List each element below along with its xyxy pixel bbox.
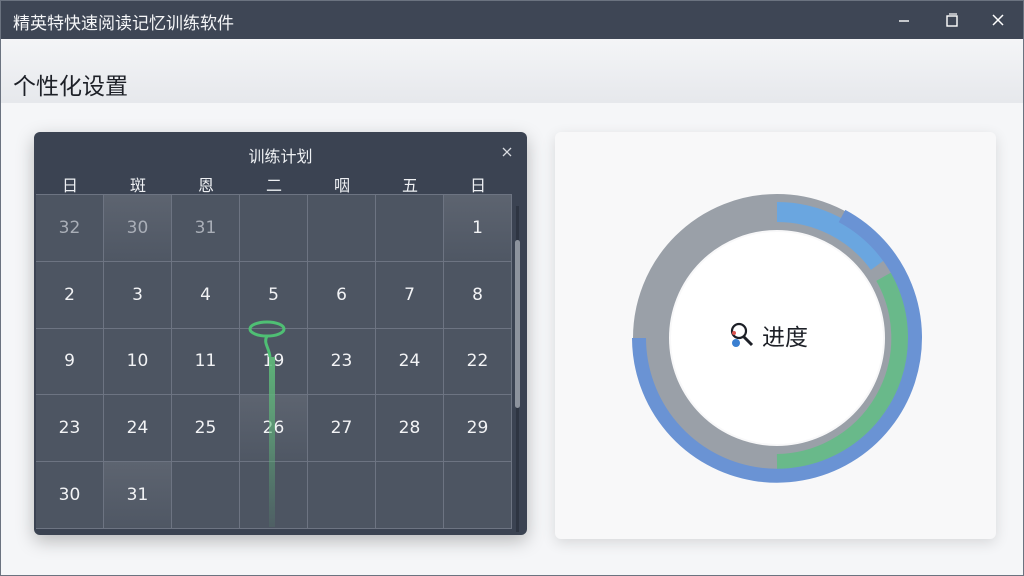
progress-text: 进度 <box>762 325 808 351</box>
maximize-icon <box>946 13 958 27</box>
maximize-button[interactable] <box>929 1 975 39</box>
weekday-label: 五 <box>401 176 418 195</box>
header-band <box>1 39 1023 103</box>
calendar-day-cell[interactable]: 7 <box>376 261 444 329</box>
calendar-day-cell[interactable]: 30 <box>36 462 104 529</box>
calendar-day-cell[interactable]: 29 <box>444 395 512 463</box>
calendar-day-cell[interactable]: 23 <box>36 395 104 463</box>
calendar-day-cell[interactable] <box>240 195 308 262</box>
calendar-day-cell[interactable]: 30 <box>104 195 172 262</box>
minimize-icon <box>899 20 909 22</box>
title-bar: 精英特快速阅读记忆训练软件 <box>1 1 1023 39</box>
close-button[interactable] <box>975 1 1021 39</box>
calendar-day-cell[interactable]: 2 <box>36 261 104 329</box>
calendar-day-cell[interactable]: 26 <box>240 395 308 463</box>
scrollbar-thumb[interactable] <box>515 240 520 408</box>
calendar-day-cell[interactable]: 10 <box>104 328 172 396</box>
search-person-icon <box>730 322 754 347</box>
calendar-day-cell[interactable] <box>308 462 376 529</box>
calendar-day-cell[interactable]: 5 <box>240 261 308 329</box>
calendar-day-cell[interactable] <box>172 462 240 529</box>
calendar-day-cell[interactable]: 3 <box>104 261 172 329</box>
window-title: 精英特快速阅读记忆训练软件 <box>13 14 234 34</box>
calendar-day-cell[interactable]: 6 <box>308 261 376 329</box>
close-icon <box>502 147 512 157</box>
weekday-label: 日 <box>469 176 486 195</box>
weekday-label: 二 <box>265 176 282 195</box>
calendar-day-cell[interactable] <box>444 462 512 529</box>
calendar-day-cell[interactable] <box>240 462 308 529</box>
weekday-label: 斑 <box>129 176 146 195</box>
calendar-day-cell[interactable]: 1 <box>444 195 512 262</box>
calendar-day-cell[interactable]: 24 <box>376 328 444 396</box>
progress-label: 进度 <box>728 318 808 352</box>
calendar-scrollbar[interactable] <box>513 206 522 532</box>
calendar-day-cell[interactable] <box>308 195 376 262</box>
calendar-day-cell[interactable]: 28 <box>376 395 444 463</box>
calendar-day-cell[interactable]: 19 <box>240 328 308 396</box>
calendar-grid: 32 30 31 1 2 3 4 5 6 7 8 9 10 11 19 23 24 22 23 24 25 26 27 28 2… <box>36 194 512 529</box>
calendar-day-cell[interactable]: 11 <box>172 328 240 396</box>
calendar-day-cell[interactable]: 24 <box>104 395 172 463</box>
weekday-label: 日 <box>61 176 78 195</box>
calendar-day-cell[interactable]: 8 <box>444 261 512 329</box>
page-title: 个性化设置 <box>13 74 128 100</box>
calendar-day-cell[interactable]: 31 <box>104 462 172 529</box>
calendar-day-cell[interactable]: 27 <box>308 395 376 463</box>
weekday-label: 恩 <box>197 176 214 195</box>
training-calendar: 训练计划 日斑恩二咽五日 32 30 31 1 2 3 4 5 6 7 8 9 10 11 19 23 24 22… <box>34 132 527 535</box>
app-window: 精英特快速阅读记忆训练软件 个性化设置 训练计划 日 斑 恩 二 咽 五 日 32 30… <box>0 0 1024 576</box>
calendar-day-cell[interactable]: 22 <box>444 328 512 396</box>
calendar-close-button[interactable] <box>499 144 515 160</box>
weekday-header: 日斑恩二咽五日 <box>36 172 512 195</box>
calendar-day-cell[interactable] <box>376 462 444 529</box>
calendar-day-cell[interactable]: 31 <box>172 195 240 262</box>
calendar-day-cell[interactable]: 25 <box>172 395 240 463</box>
calendar-day-cell[interactable]: 4 <box>172 261 240 329</box>
calendar-day-cell[interactable] <box>376 195 444 262</box>
calendar-day-cell[interactable]: 9 <box>36 328 104 396</box>
weekday-label: 咽 <box>333 176 350 195</box>
calendar-title: 训练计划 <box>248 147 313 166</box>
progress-card: 进度 <box>555 132 996 539</box>
calendar-day-cell[interactable]: 32 <box>36 195 104 262</box>
calendar-day-cell[interactable]: 23 <box>308 328 376 396</box>
close-icon <box>992 14 1004 26</box>
minimize-button[interactable] <box>881 1 927 39</box>
